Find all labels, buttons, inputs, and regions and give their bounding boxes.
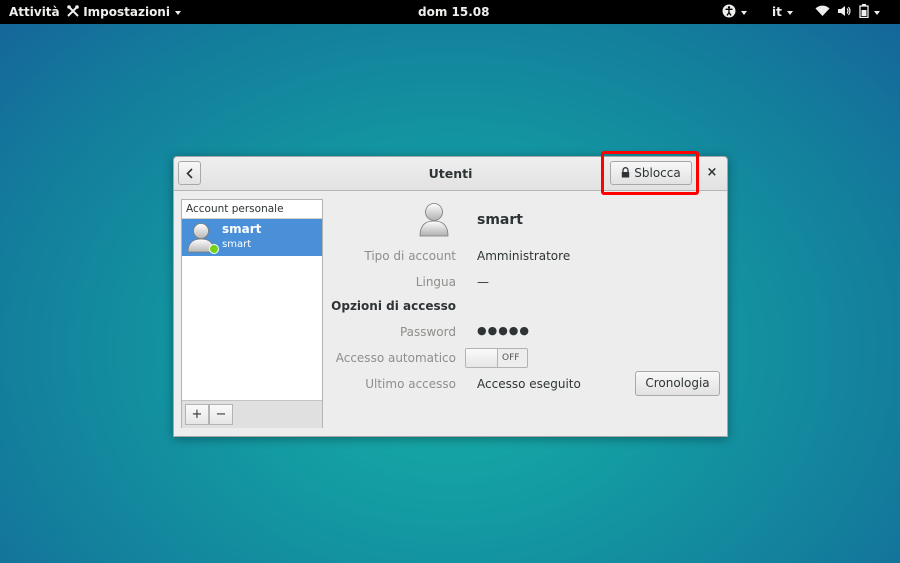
language-menu[interactable]: it [772, 0, 793, 24]
battery-icon [859, 4, 870, 19]
user-avatar-icon [419, 203, 449, 237]
access-options-heading: Opzioni di accesso [331, 299, 456, 313]
auto-login-switch[interactable]: OFF [465, 348, 528, 368]
chevron-down-icon [741, 10, 747, 15]
chevron-down-icon [874, 10, 881, 15]
settings-tools-icon [67, 5, 79, 17]
password-label: Password [399, 325, 456, 339]
accessibility-icon [722, 4, 736, 18]
user-list-panel: Account personale smart smart + − [181, 199, 323, 428]
switch-knob [466, 349, 498, 367]
user-list-header: Account personale [186, 203, 284, 215]
switch-state: OFF [502, 353, 520, 363]
volume-icon [838, 6, 851, 16]
add-user-button[interactable]: + [185, 404, 209, 425]
language-label: it [772, 5, 782, 19]
last-login-value: Accesso eseguito [477, 377, 581, 391]
activities-button[interactable]: Attività [9, 0, 60, 24]
language-field-value[interactable]: — [477, 275, 489, 289]
last-login-label: Ultimo accesso [365, 377, 456, 391]
users-window: Utenti Sblocca × Account personale smart… [173, 156, 728, 437]
accessibility-menu[interactable] [722, 0, 747, 24]
wifi-icon [815, 5, 830, 17]
language-field-label: Lingua [415, 275, 456, 289]
username-label[interactable]: smart [477, 212, 523, 228]
chevron-down-icon [174, 10, 181, 15]
remove-user-button[interactable]: − [209, 404, 233, 425]
user-list-name: smart [222, 222, 262, 236]
system-menu[interactable] [815, 0, 881, 24]
history-button[interactable]: Cronologia [635, 371, 720, 396]
unlock-highlight-box [601, 151, 699, 195]
auto-login-label: Accesso automatico [335, 351, 456, 365]
chevron-down-icon [786, 10, 793, 15]
password-value[interactable]: ●●●●● [477, 324, 530, 337]
user-list-toolbar: + − [182, 400, 322, 428]
close-button[interactable]: × [702, 162, 722, 184]
user-list-login: smart [222, 239, 252, 250]
app-menu[interactable]: Impostazioni [67, 0, 181, 24]
account-type-value[interactable]: Amministratore [477, 249, 570, 263]
app-menu-label: Impostazioni [83, 5, 170, 19]
user-list-item[interactable]: smart smart [182, 219, 322, 256]
top-bar: Attività Impostazioni dom 15.08 it [0, 0, 900, 24]
clock[interactable]: dom 15.08 [418, 0, 489, 24]
online-status-dot [209, 244, 219, 254]
account-type-label: Tipo di account [364, 249, 456, 263]
